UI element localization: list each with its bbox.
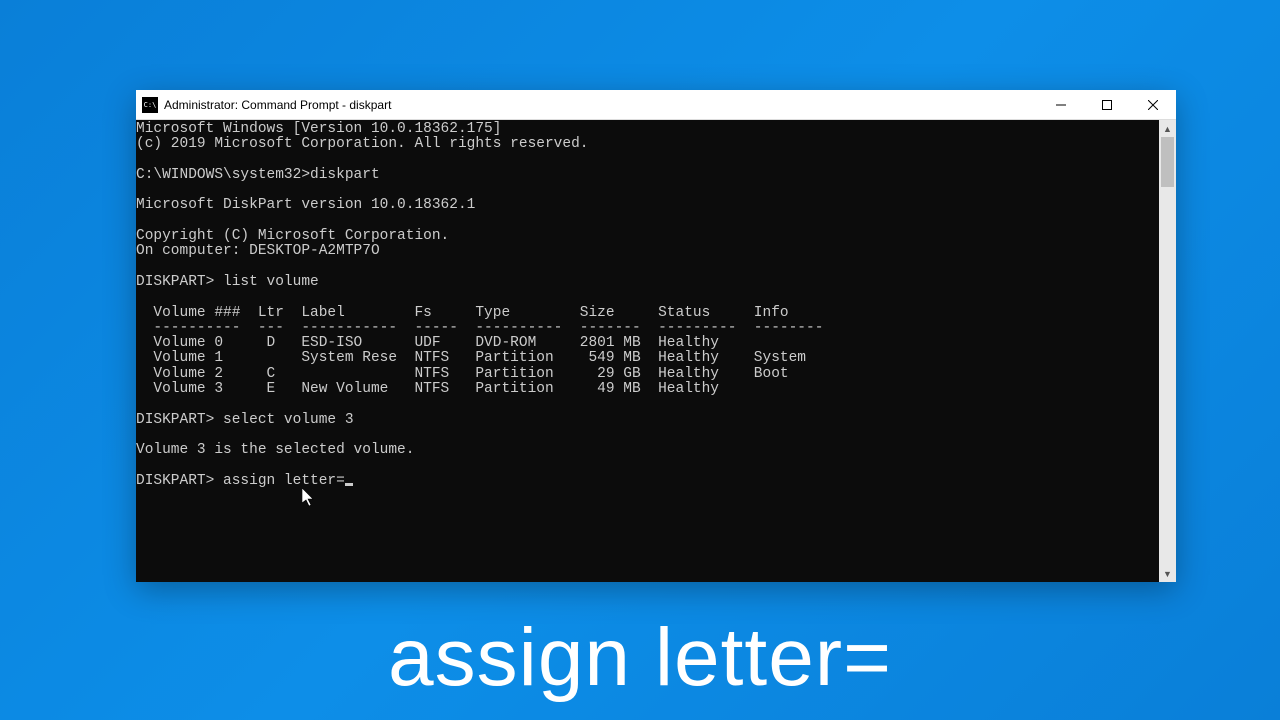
cmd-icon: C:\ [142,97,158,113]
console-line: Copyright (C) Microsoft Corporation. [136,228,449,244]
window-title: Administrator: Command Prompt - diskpart [164,98,1038,112]
console-line: Volume 3 is the selected volume. [136,442,414,458]
console-line: Microsoft Windows [Version 10.0.18362.17… [136,121,501,137]
maximize-button[interactable] [1084,90,1130,119]
scroll-down-icon[interactable]: ▼ [1159,565,1176,582]
console-table-row: Volume 2 C NTFS Partition 29 GB Healthy … [136,366,789,382]
vertical-scrollbar[interactable]: ▲ ▼ [1159,120,1176,582]
console-line: DISKPART> list volume [136,274,319,290]
command-prompt-window: C:\ Administrator: Command Prompt - disk… [136,90,1176,582]
text-cursor [345,483,353,486]
console-line: C:\WINDOWS\system32>diskpart [136,167,380,183]
window-controls [1038,90,1176,119]
minimize-button[interactable] [1038,90,1084,119]
console-table-row: Volume 3 E New Volume NTFS Partition 49 … [136,381,719,397]
console-line: DISKPART> select volume 3 [136,412,354,428]
console-table-divider: ---------- --- ----------- ----- -------… [136,320,823,336]
console-table-header: Volume ### Ltr Label Fs Type Size Status… [136,305,789,321]
scroll-up-icon[interactable]: ▲ [1159,120,1176,137]
console-line: Microsoft DiskPart version 10.0.18362.1 [136,197,475,213]
titlebar[interactable]: C:\ Administrator: Command Prompt - disk… [136,90,1176,120]
caption-overlay: assign letter= [0,611,1280,705]
close-button[interactable] [1130,90,1176,119]
console-table-row: Volume 1 System Rese NTFS Partition 549 … [136,350,806,366]
console-line: On computer: DESKTOP-A2MTP7O [136,243,380,259]
console-output[interactable]: Microsoft Windows [Version 10.0.18362.17… [136,120,1159,582]
console-prompt: DISKPART> [136,473,223,489]
console-table-row: Volume 0 D ESD-ISO UDF DVD-ROM 2801 MB H… [136,335,719,351]
scroll-thumb[interactable] [1161,137,1174,187]
console-input[interactable]: assign letter= [223,473,345,489]
console-line: (c) 2019 Microsoft Corporation. All righ… [136,136,588,152]
console-area: Microsoft Windows [Version 10.0.18362.17… [136,120,1176,582]
